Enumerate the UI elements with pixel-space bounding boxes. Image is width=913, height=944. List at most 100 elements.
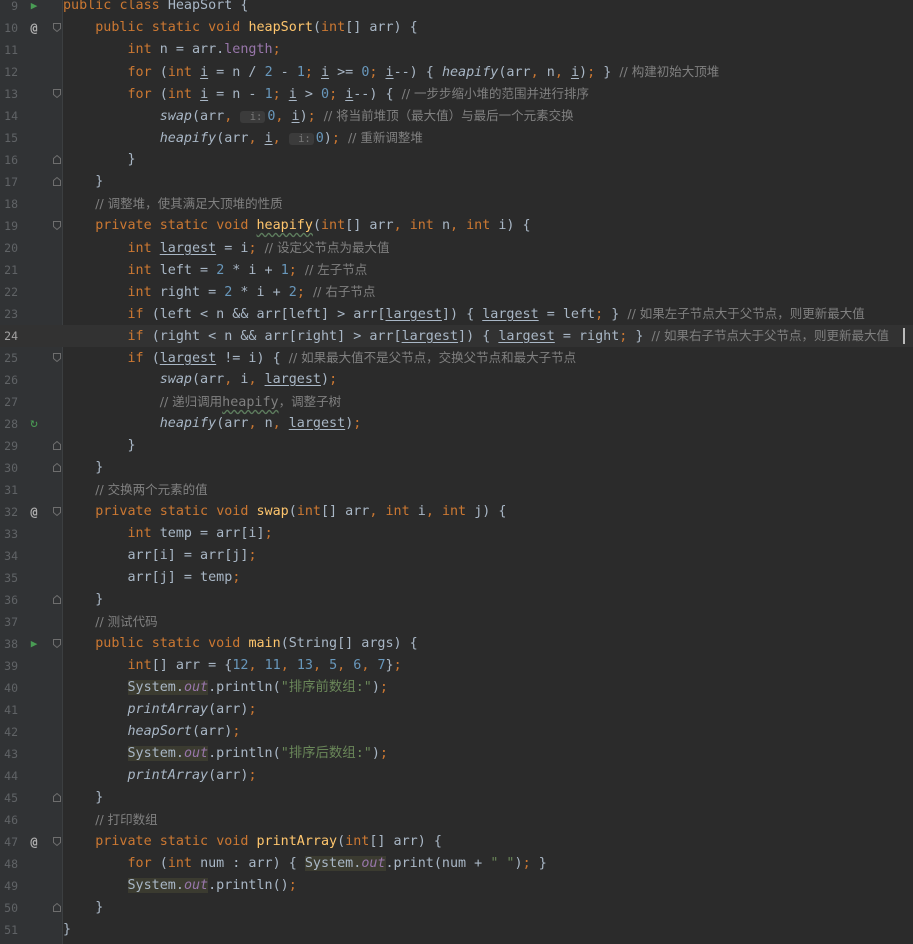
code-line[interactable]: 25 if (largest != i) { // 如果最大值不是父节点，交换父… xyxy=(0,347,913,369)
fold-open-icon[interactable] xyxy=(53,23,61,32)
line-number[interactable]: 38 xyxy=(0,633,18,655)
code-text[interactable]: } xyxy=(63,919,71,941)
code-text[interactable]: System.out.println("排序前数组:"); xyxy=(63,677,388,699)
line-number[interactable]: 49 xyxy=(0,875,18,897)
code-text[interactable]: heapify(arr, i, i: 0); // 重新调整堆 xyxy=(63,127,423,150)
line-number[interactable]: 39 xyxy=(0,655,18,677)
code-text[interactable]: int n = arr.length; xyxy=(63,39,281,61)
code-line[interactable]: 41 printArray(arr); xyxy=(0,699,913,721)
code-line[interactable]: 44 printArray(arr); xyxy=(0,765,913,787)
fold-open-icon[interactable] xyxy=(53,89,61,98)
fold-close-icon[interactable] xyxy=(53,155,61,164)
code-line[interactable]: 26 swap(arr, i, largest); xyxy=(0,369,913,391)
code-text[interactable]: // 调整堆，使其满足大顶堆的性质 xyxy=(63,193,282,216)
code-line[interactable]: 38 ▶ public static void main(String[] arg… xyxy=(0,633,913,655)
code-line[interactable]: 22 int right = 2 * i + 2; // 右子节点 xyxy=(0,281,913,303)
code-text[interactable]: public class HeapSort { xyxy=(63,0,248,17)
code-line[interactable]: 45 } xyxy=(0,787,913,809)
code-text[interactable]: System.out.println(); xyxy=(63,875,297,897)
code-text[interactable]: } xyxy=(63,589,103,611)
line-number[interactable]: 14 xyxy=(0,105,18,127)
line-number[interactable]: 25 xyxy=(0,347,18,369)
fold-open-icon[interactable] xyxy=(53,639,61,648)
code-line[interactable]: 39 int[] arr = {12, 11, 13, 5, 6, 7}; xyxy=(0,655,913,677)
line-number[interactable]: 45 xyxy=(0,787,18,809)
line-number[interactable]: 30 xyxy=(0,457,18,479)
line-number[interactable]: 31 xyxy=(0,479,18,501)
code-text[interactable]: } xyxy=(63,457,103,479)
code-line[interactable]: 33 int temp = arr[i]; xyxy=(0,523,913,545)
code-text[interactable]: System.out.println("排序后数组:"); xyxy=(63,743,388,765)
code-line[interactable]: 13 for (int i = n - 1; i > 0; i--) { // … xyxy=(0,83,913,105)
run-icon[interactable]: ▶ xyxy=(27,636,41,652)
line-number[interactable]: 44 xyxy=(0,765,18,787)
line-number[interactable]: 36 xyxy=(0,589,18,611)
line-number[interactable]: 32 xyxy=(0,501,18,523)
code-line[interactable]: 32 @ private static void swap(int[] arr, … xyxy=(0,501,913,523)
code-text[interactable]: public static void main(String[] args) { xyxy=(63,633,418,655)
code-line[interactable]: 10 @ public static void heapSort(int[] ar… xyxy=(0,17,913,39)
line-number[interactable]: 41 xyxy=(0,699,18,721)
line-number[interactable]: 24 xyxy=(0,325,18,347)
fold-open-icon[interactable] xyxy=(53,353,61,362)
line-number[interactable]: 33 xyxy=(0,523,18,545)
code-text[interactable]: // 打印数组 xyxy=(63,809,157,832)
fold-open-icon[interactable] xyxy=(53,221,61,230)
line-number[interactable]: 27 xyxy=(0,391,18,413)
code-text[interactable]: swap(arr, i: 0, i); // 将当前堆顶（最大值）与最后一个元素交… xyxy=(63,105,574,128)
line-number[interactable]: 22 xyxy=(0,281,18,303)
line-number[interactable]: 48 xyxy=(0,853,18,875)
code-text[interactable]: } xyxy=(63,435,135,457)
line-number[interactable]: 20 xyxy=(0,237,18,259)
override-icon[interactable]: @ xyxy=(27,20,41,36)
code-text[interactable]: int[] arr = {12, 11, 13, 5, 6, 7}; xyxy=(63,655,402,677)
line-number[interactable]: 18 xyxy=(0,193,18,215)
code-line[interactable]: 9 ▶ public class HeapSort { xyxy=(0,0,913,17)
code-line[interactable]: 49 System.out.println(); xyxy=(0,875,913,897)
override-icon[interactable]: @ xyxy=(27,504,41,520)
code-line[interactable]: 17 } xyxy=(0,171,913,193)
line-number[interactable]: 19 xyxy=(0,215,18,237)
line-number[interactable]: 13 xyxy=(0,83,18,105)
code-line[interactable]: 30 } xyxy=(0,457,913,479)
code-text[interactable]: int temp = arr[i]; xyxy=(63,523,273,545)
code-line[interactable]: 37 // 测试代码 xyxy=(0,611,913,633)
line-number[interactable]: 12 xyxy=(0,61,18,83)
code-line[interactable]: 31 // 交换两个元素的值 xyxy=(0,479,913,501)
code-line[interactable]: 14 swap(arr, i: 0, i); // 将当前堆顶（最大值）与最后一个… xyxy=(0,105,913,127)
fold-close-icon[interactable] xyxy=(53,441,61,450)
code-text[interactable]: private static void printArray(int[] arr… xyxy=(63,831,442,853)
code-text[interactable]: for (int i = n - 1; i > 0; i--) { // 一步步… xyxy=(63,83,590,106)
code-text[interactable]: // 测试代码 xyxy=(63,611,157,634)
code-line[interactable]: 15 heapify(arr, i, i: 0); // 重新调整堆 xyxy=(0,127,913,149)
code-line[interactable]: 51} xyxy=(0,919,913,941)
fold-close-icon[interactable] xyxy=(53,463,61,472)
code-text[interactable]: printArray(arr); xyxy=(63,765,257,787)
line-number[interactable]: 34 xyxy=(0,545,18,567)
line-number[interactable]: 43 xyxy=(0,743,18,765)
code-line[interactable]: 23 if (left < n && arr[left] > arr[large… xyxy=(0,303,913,325)
line-number[interactable]: 42 xyxy=(0,721,18,743)
code-text[interactable]: private static void heapify(int[] arr, i… xyxy=(63,215,530,237)
line-number[interactable]: 21 xyxy=(0,259,18,281)
code-line[interactable]: 43 System.out.println("排序后数组:"); xyxy=(0,743,913,765)
line-number[interactable]: 37 xyxy=(0,611,18,633)
code-text[interactable]: if (right < n && arr[right] > arr[larges… xyxy=(63,325,889,348)
code-text[interactable]: if (largest != i) { // 如果最大值不是父节点，交换父节点和… xyxy=(63,347,577,370)
code-text[interactable]: swap(arr, i, largest); xyxy=(63,369,337,391)
code-line[interactable]: 48 for (int num : arr) { System.out.prin… xyxy=(0,853,913,875)
code-line[interactable]: 50 } xyxy=(0,897,913,919)
line-number[interactable]: 51 xyxy=(0,919,18,941)
code-text[interactable]: } xyxy=(63,171,103,193)
code-text[interactable]: } xyxy=(63,897,103,919)
code-line[interactable]: 11 int n = arr.length; xyxy=(0,39,913,61)
code-line[interactable]: 28 ↻ heapify(arr, n, largest); xyxy=(0,413,913,435)
code-text[interactable]: if (left < n && arr[left] > arr[largest]… xyxy=(63,303,865,326)
fold-close-icon[interactable] xyxy=(53,793,61,802)
code-text[interactable]: int left = 2 * i + 1; // 左子节点 xyxy=(63,259,368,282)
code-line[interactable]: 27 // 递归调用heapify，调整子树 xyxy=(0,391,913,413)
code-text[interactable]: private static void swap(int[] arr, int … xyxy=(63,501,506,523)
code-text[interactable]: heapSort(arr); xyxy=(63,721,241,743)
code-line[interactable]: 18 // 调整堆，使其满足大顶堆的性质 xyxy=(0,193,913,215)
code-text[interactable]: public static void heapSort(int[] arr) { xyxy=(63,17,418,39)
